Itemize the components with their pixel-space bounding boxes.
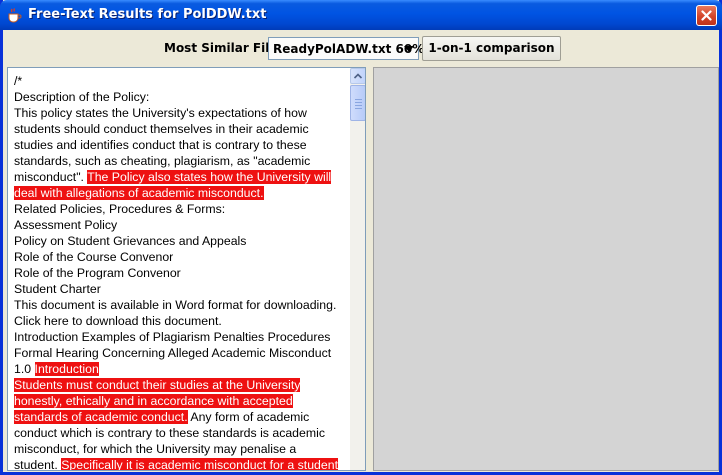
- text-segment: /*: [14, 74, 23, 88]
- text-segment: Related Policies, Procedures & Forms:: [14, 202, 226, 216]
- text-segment: Click here to download this document.: [14, 314, 222, 328]
- document-text-pane[interactable]: /* Description of the Policy: This policy …: [7, 67, 366, 471]
- chevron-down-icon: [404, 46, 414, 52]
- arrow-up-icon: [353, 73, 363, 79]
- close-icon: [701, 10, 712, 21]
- title-bar[interactable]: Free-Text Results for PolDDW.txt: [0, 0, 722, 30]
- text-segment: Role of the Program Convenor: [14, 266, 181, 280]
- scroll-up-button[interactable]: [350, 68, 365, 84]
- vertical-scrollbar[interactable]: [350, 68, 365, 470]
- grip-line: [355, 102, 362, 103]
- split-pane: /* Description of the Policy: This policy …: [7, 67, 719, 471]
- selected-file-value: ReadyPolADW.txt 60%: [273, 42, 425, 56]
- text-segment: This document is available in Word forma…: [14, 298, 337, 312]
- close-button[interactable]: [696, 5, 717, 26]
- grip-line: [355, 99, 362, 100]
- split-divider[interactable]: [366, 67, 373, 471]
- window-title: Free-Text Results for PolDDW.txt: [28, 7, 267, 22]
- coffee-cup-icon: [6, 7, 22, 23]
- text-segment: Policy on Student Grievances and Appeals: [14, 234, 247, 248]
- text-segment: Role of the Course Convenor: [14, 250, 174, 264]
- one-on-one-comparison-button[interactable]: 1-on-1 comparison: [422, 36, 561, 61]
- scrollbar-thumb[interactable]: [350, 85, 365, 121]
- document-text[interactable]: /* Description of the Policy: This policy …: [14, 73, 342, 471]
- text-segment: Description of the Policy:: [14, 90, 150, 104]
- similar-files-dropdown[interactable]: ReadyPolADW.txt 60%: [268, 37, 424, 60]
- text-segment: Assessment Policy: [14, 218, 118, 232]
- toolbar: Most Similar Files: ReadyPolADW.txt 60% …: [3, 30, 719, 64]
- highlighted-match: Introduction: [34, 362, 99, 376]
- grip-line: [355, 108, 362, 109]
- comparison-pane: [373, 67, 719, 471]
- text-segment: Student Charter: [14, 282, 101, 296]
- highlighted-match: Specifically it is academic misconduct f…: [61, 458, 338, 471]
- application-window: Free-Text Results for PolDDW.txt Most Si…: [0, 0, 722, 475]
- grip-line: [355, 105, 362, 106]
